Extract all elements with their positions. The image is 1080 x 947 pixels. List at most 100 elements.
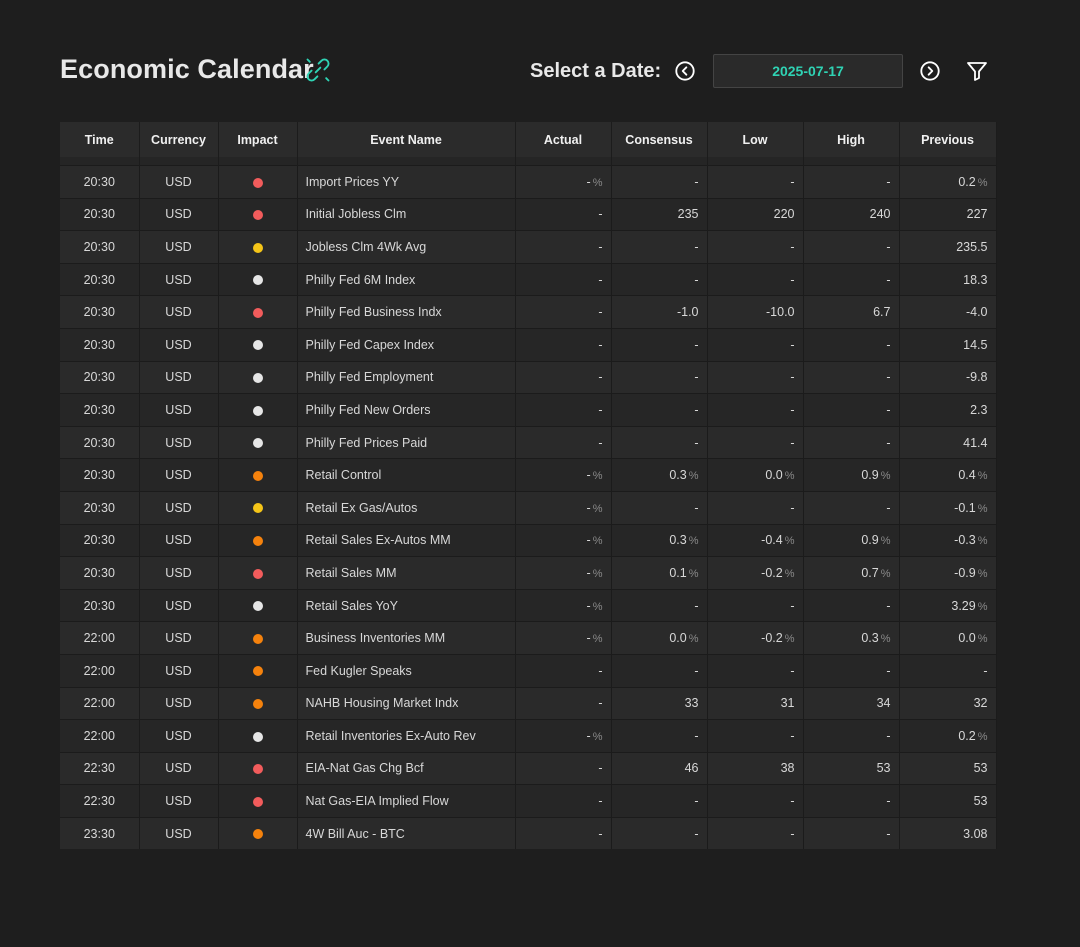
- table-row[interactable]: 22:30 USD EIA-Nat Gas Chg Bcf - 46 38 53 53: [60, 751, 997, 785]
- low-value: -0.2: [761, 565, 783, 580]
- previous-value: -0.1: [954, 500, 976, 515]
- time-cell: 22:30: [60, 751, 140, 785]
- previous-value: 18.3: [963, 272, 988, 287]
- column-header-actual[interactable]: Actual: [515, 122, 612, 157]
- chevron-right-circle-icon[interactable]: [919, 60, 941, 82]
- calendar-header: Economic Calendar Select a Date:: [60, 52, 996, 90]
- currency-value: USD: [165, 631, 192, 646]
- currency-value: USD: [165, 370, 192, 385]
- table-row[interactable]: 20:30 USD Retail Sales YoY -% - - -3.29%: [60, 588, 997, 622]
- low-value: -: [790, 337, 795, 352]
- impact-dot-icon: [252, 373, 263, 384]
- table-row[interactable]: 20:30 USD Philly Fed Prices Paid - - - - 41.4: [60, 425, 997, 459]
- actual-cell: -%: [515, 490, 612, 525]
- time-cell: 20:30: [60, 556, 140, 590]
- table-row[interactable]: 22:00 USD Fed Kugler Speaks - - - - -: [60, 653, 997, 687]
- consensus-value: -: [694, 794, 699, 809]
- table-row[interactable]: 22:00 USD Business Inventories MM -% 0.0% -0.…: [60, 621, 997, 655]
- actual-value: -: [598, 761, 603, 776]
- consensus-cell: 0.3%: [611, 523, 708, 557]
- filter-icon[interactable]: [965, 59, 989, 83]
- previous-cell: 227: [899, 197, 997, 231]
- low-cell: -: [707, 360, 804, 394]
- currency-value: USD: [165, 565, 192, 580]
- percent-unit: %: [977, 535, 988, 548]
- calendar-table-container: Time Currency Impact Event Name Actual C…: [60, 122, 997, 850]
- table-row[interactable]: 20:30 USD Import Prices YY -% - - -0.2%: [60, 165, 997, 199]
- column-header-high[interactable]: High: [803, 122, 900, 157]
- table-row[interactable]: 20:30 USD Retail Sales MM -% 0.1% -0.2% 0.7% -0…: [60, 556, 997, 590]
- high-value: -: [886, 370, 891, 385]
- table-row[interactable]: 22:00 USD NAHB Housing Market Indx - 33 31 34 3…: [60, 686, 997, 720]
- high-value: 6.7: [873, 305, 891, 320]
- high-cell: -: [803, 393, 900, 427]
- table-row[interactable]: 20:30 USD Philly Fed 6M Index - - - - 18.3: [60, 262, 997, 296]
- consensus-cell: 0.1%: [611, 556, 708, 590]
- high-cell: 240: [803, 197, 900, 231]
- actual-cell: -: [515, 197, 612, 231]
- percent-unit: %: [592, 600, 603, 613]
- table-row[interactable]: 20:30 USD Retail Sales Ex-Autos MM -% 0.3% -0…: [60, 523, 997, 557]
- table-row[interactable]: 22:00 USD Retail Inventories Ex-Auto Rev -%…: [60, 719, 997, 753]
- low-cell: 0.0%: [707, 458, 804, 492]
- column-header-time[interactable]: Time: [60, 122, 140, 157]
- date-input[interactable]: [713, 54, 903, 88]
- link-icon[interactable]: [304, 56, 332, 84]
- table-row[interactable]: 20:30 USD Initial Jobless Clm - 235 220 240 227: [60, 197, 997, 231]
- currency-cell: USD: [139, 197, 219, 231]
- low-cell: -: [707, 393, 804, 427]
- previous-value: 227: [966, 207, 988, 222]
- spacer-cell: [803, 157, 900, 166]
- previous-cell: 53: [899, 751, 997, 785]
- consensus-value: 235: [677, 207, 699, 222]
- impact-cell: [218, 197, 298, 231]
- low-cell: -0.2%: [707, 556, 804, 590]
- previous-value: 32: [973, 696, 988, 711]
- impact-cell: [218, 490, 298, 525]
- column-header-previous[interactable]: Previous: [899, 122, 997, 157]
- event-name-cell: Philly Fed Employment: [297, 360, 516, 394]
- table-row[interactable]: 20:30 USD Retail Ex Gas/Autos -% - - - -0.1%: [60, 490, 997, 525]
- table-row[interactable]: 22:30 USD Nat Gas-EIA Implied Flow - - - - 53: [60, 784, 997, 818]
- column-header-consensus[interactable]: Consensus: [611, 122, 708, 157]
- column-header-currency[interactable]: Currency: [139, 122, 219, 157]
- spacer-cell: [60, 157, 140, 166]
- consensus-cell: -: [611, 653, 708, 687]
- table-row[interactable]: 20:30 USD Philly Fed Business Indx - -1.0 -10…: [60, 295, 997, 329]
- consensus-value: -: [694, 500, 699, 515]
- previous-cell: -0.3%: [899, 523, 997, 557]
- table-row[interactable]: 20:30 USD Philly Fed Capex Index - - - - 14.5: [60, 327, 997, 362]
- table-row[interactable]: 20:30 USD Philly Fed New Orders - - - - 2.3: [60, 393, 997, 427]
- event-name: EIA-Nat Gas Chg Bcf: [305, 761, 424, 776]
- column-header-impact[interactable]: Impact: [218, 122, 298, 157]
- currency-cell: USD: [139, 816, 219, 850]
- table-row[interactable]: 23:30 USD 4W Bill Auc - BTC - - - - 3.08: [60, 816, 997, 850]
- consensus-cell: -: [611, 327, 708, 362]
- previous-value: 3.29: [951, 598, 976, 613]
- table-row[interactable]: 20:30 USD Retail Control -% 0.3% 0.0% 0.9% 0.4%: [60, 458, 997, 492]
- time-value: 20:30: [83, 272, 115, 287]
- chevron-left-circle-icon[interactable]: [674, 60, 696, 82]
- low-cell: -: [707, 425, 804, 459]
- time-value: 20:30: [83, 174, 115, 189]
- table-row[interactable]: 20:30 USD Philly Fed Employment - - - - -9.8: [60, 360, 997, 394]
- currency-value: USD: [165, 696, 192, 711]
- high-value: -: [886, 174, 891, 189]
- spacer-cell: [218, 157, 298, 166]
- low-value: -: [790, 174, 795, 189]
- percent-unit: %: [592, 502, 603, 515]
- previous-cell: -0.9%: [899, 556, 997, 590]
- table-row[interactable]: 20:30 USD Jobless Clm 4Wk Avg - - - - 235.5: [60, 230, 997, 264]
- consensus-value: 0.3: [669, 468, 687, 483]
- event-name: Retail Sales YoY: [305, 598, 398, 613]
- time-value: 23:30: [83, 826, 115, 841]
- impact-cell: [218, 425, 298, 459]
- high-cell: 0.9%: [803, 523, 900, 557]
- currency-cell: USD: [139, 784, 219, 818]
- column-header-event-name[interactable]: Event Name: [297, 122, 516, 157]
- spacer-cell: [515, 157, 612, 166]
- low-cell: -: [707, 327, 804, 362]
- consensus-cell: -: [611, 588, 708, 622]
- column-header-low[interactable]: Low: [707, 122, 804, 157]
- previous-value: -0.3: [954, 533, 976, 548]
